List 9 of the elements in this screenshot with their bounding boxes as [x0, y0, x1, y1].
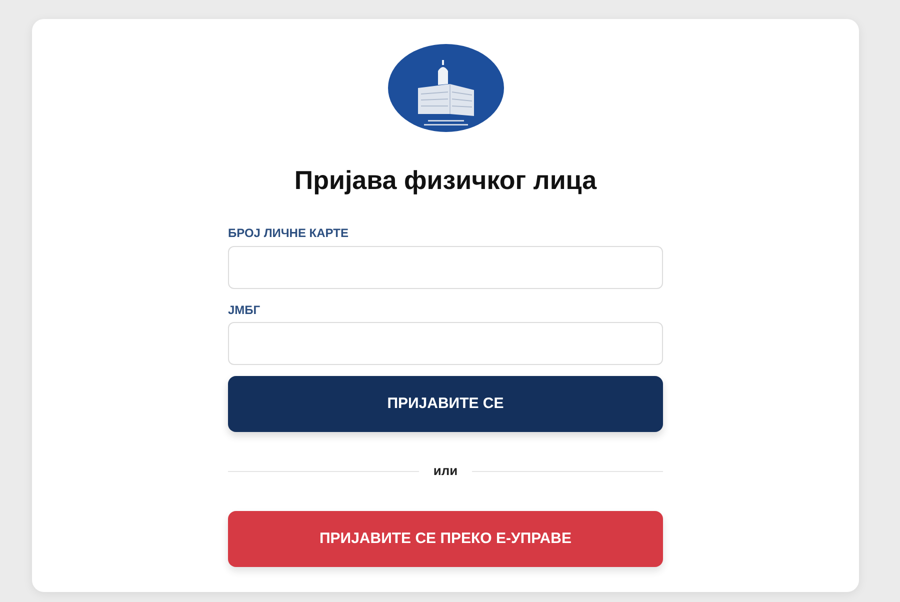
divider-text: или: [433, 463, 458, 479]
input-field[interactable]: [228, 322, 663, 365]
field-label: ЈМБГ: [228, 302, 262, 318]
field-label: БРОЈ ЛИЧНЕ КАРТЕ: [228, 225, 350, 241]
building-emblem-icon: [388, 44, 504, 132]
login-button[interactable]: ПРИЈАВИТЕ СЕ: [228, 376, 663, 432]
page-title: Пријава физичког лица: [294, 164, 597, 196]
input-field[interactable]: [228, 246, 663, 289]
egov-login-button[interactable]: ПРИЈАВИТЕ СЕ ПРЕКО Е-УПРАВЕ: [228, 511, 663, 567]
